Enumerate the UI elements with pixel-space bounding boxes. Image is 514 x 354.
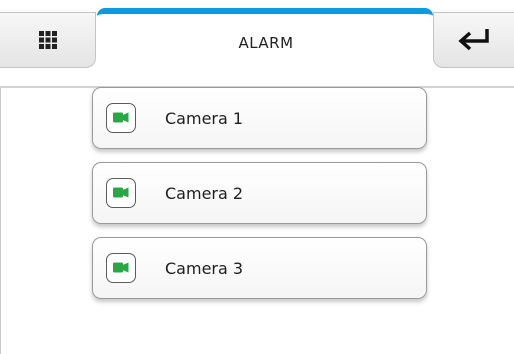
- camera-button-1[interactable]: Camera 1: [92, 87, 427, 149]
- video-camera-icon: [106, 178, 136, 208]
- camera-button-2[interactable]: Camera 2: [92, 162, 427, 224]
- back-button[interactable]: [433, 12, 514, 68]
- camera-label: Camera 1: [165, 108, 244, 128]
- camera-button-3[interactable]: Camera 3: [92, 237, 427, 299]
- menu-button[interactable]: [0, 12, 96, 68]
- video-camera-icon: [106, 253, 136, 283]
- camera-label: Camera 3: [165, 258, 244, 278]
- video-camera-icon: [106, 103, 136, 133]
- camera-label: Camera 2: [165, 183, 244, 203]
- top-bar: ALARM: [0, 0, 514, 88]
- grid-icon: [38, 31, 57, 49]
- return-arrow-icon: [458, 29, 489, 51]
- page-title: ALARM: [238, 34, 294, 52]
